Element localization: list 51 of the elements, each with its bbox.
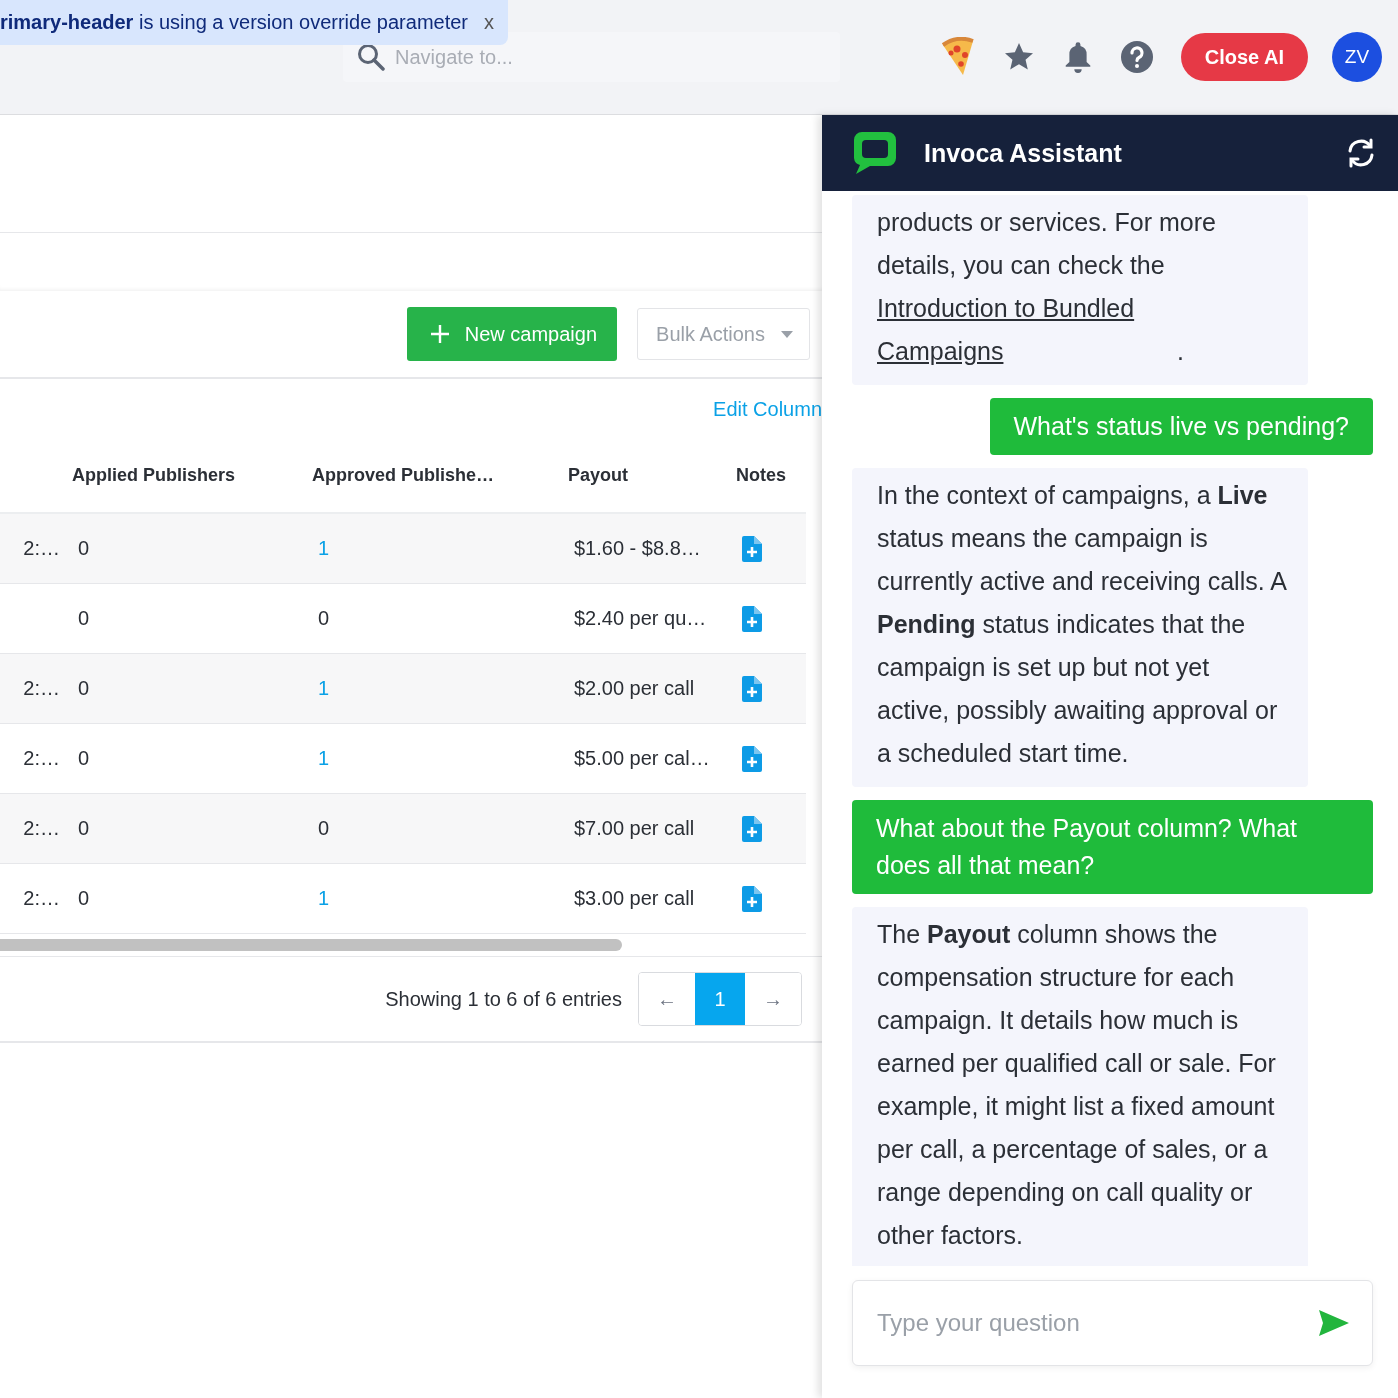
navigate-field[interactable]: Navigate to...: [393, 44, 797, 70]
send-icon[interactable]: [1319, 1310, 1349, 1336]
add-note-icon[interactable]: [742, 675, 762, 702]
approved-count-link[interactable]: 1: [318, 747, 330, 770]
horizontal-scrollbar[interactable]: [0, 939, 622, 951]
table-cell: 2:…: [0, 514, 60, 584]
approved-count-link[interactable]: 1: [318, 677, 330, 700]
user-message: What's status live vs pending?: [989, 398, 1373, 455]
add-note-icon[interactable]: [742, 535, 762, 562]
chat-logo-icon: [852, 130, 898, 176]
edit-columns-link[interactable]: Edit Column: [713, 397, 822, 421]
user-avatar[interactable]: ZV: [1332, 32, 1382, 82]
table-cell: 0: [60, 794, 300, 864]
table-cell: $7.00 per call: [556, 794, 724, 864]
article-link[interactable]: Introduction to Bundled Campaigns: [877, 287, 1177, 373]
caret-icon: [781, 330, 793, 338]
help-icon[interactable]: [1120, 41, 1153, 73]
assistant-message: products or services. For more details, you can check the Introduction to Bundled Campaigns .: [852, 195, 1308, 385]
table-cell: 0: [60, 514, 300, 584]
table-cell: 2:…: [0, 794, 60, 864]
search-icon: [357, 43, 385, 71]
table-cell: 0: [60, 864, 300, 934]
approved-count-link[interactable]: 1: [318, 887, 330, 910]
table-cell: $1.60 - $8.8…: [556, 514, 724, 584]
table-cell: $2.00 per call: [556, 654, 724, 724]
refresh-icon[interactable]: [1346, 138, 1376, 168]
table-cell: 2:…: [0, 864, 60, 934]
add-note-icon[interactable]: [742, 885, 762, 912]
approved-count-link[interactable]: 1: [318, 537, 330, 560]
assistant-title: Invoca Assistant: [924, 138, 1122, 168]
add-note-icon[interactable]: [742, 745, 762, 772]
assistant-message: In the context of campaigns, a Live status means the campaign is currently active and receiving calls. A Pending status indicates that the campaign is set up but not yet active, possibly awaiting approval or a scheduled start time.: [852, 468, 1308, 787]
entries-summary: Showing 1 to 6 of 6 entries: [385, 987, 622, 1011]
new-campaign-button[interactable]: New campaign: [406, 307, 618, 361]
table-cell: 2:…: [0, 654, 60, 724]
table-cell: 0: [318, 817, 330, 840]
plus-icon: [430, 325, 449, 343]
page-button[interactable]: 1: [695, 973, 745, 1025]
question-field[interactable]: Type your question: [852, 1280, 1373, 1366]
user-message: What about the Payout column? What does all that mean?: [852, 800, 1373, 894]
close-icon[interactable]: x: [484, 11, 494, 34]
add-note-icon[interactable]: [742, 815, 762, 842]
assistant-message: The Payout column shows the compensation structure for each campaign. It details how much is earned per qualified call or sale. For example, it might list a fixed amount per call, a percentage of sales, or a range depending on call quality or other factors.: [852, 907, 1308, 1266]
close-ai-button[interactable]: Close AI: [1180, 33, 1308, 81]
table-cell: $3.00 per call: [556, 864, 724, 934]
notice-text: rimary-header is using a version override parameter: [0, 11, 468, 34]
bulk-actions-dropdown[interactable]: Bulk Actions: [637, 308, 810, 360]
table-cell: 0: [318, 607, 330, 630]
add-note-icon[interactable]: [742, 605, 762, 632]
pizza-icon[interactable]: [940, 37, 975, 77]
table-cell: 0: [60, 654, 300, 724]
